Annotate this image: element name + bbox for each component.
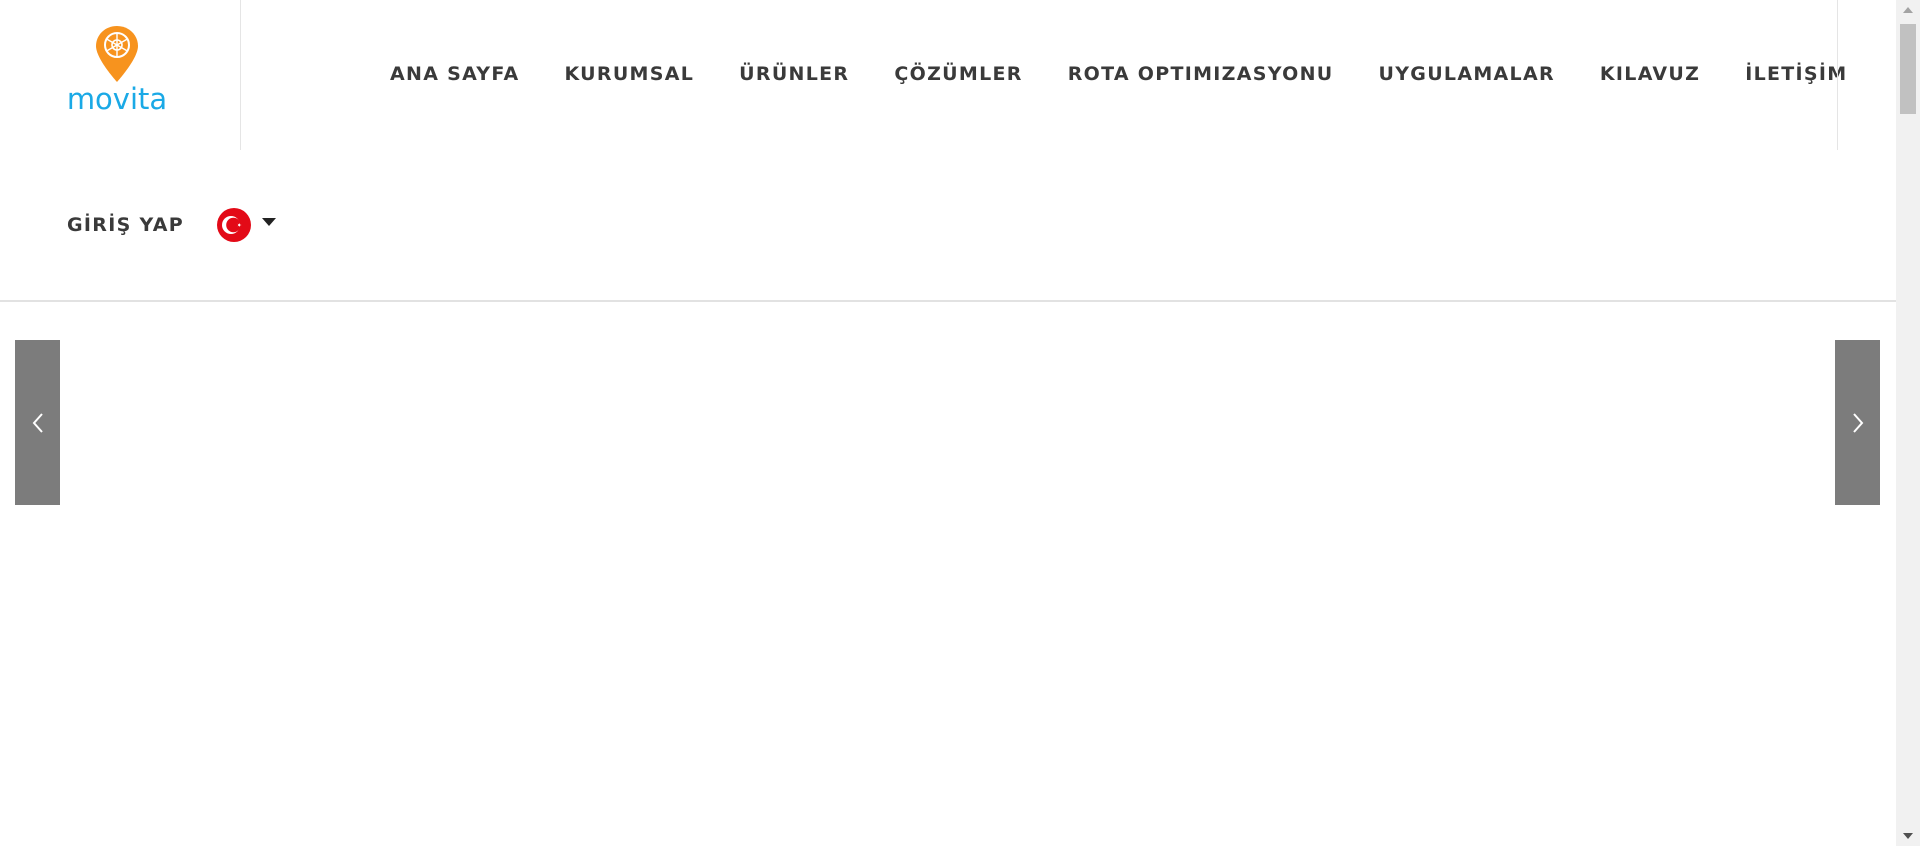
chevron-left-icon [32, 412, 43, 433]
scroll-down-arrow-icon [1903, 833, 1913, 839]
nav-item-kilavuz[interactable]: KILAVUZ [1600, 63, 1700, 85]
scroll-up-button[interactable] [1896, 0, 1920, 20]
scrollbar-thumb[interactable] [1900, 24, 1916, 114]
scroll-up-arrow-icon [1903, 7, 1913, 13]
map-pin-icon [96, 26, 138, 82]
logo-cell: movita [0, 0, 241, 150]
nav-item-cozumler[interactable]: ÇÖZÜMLER [894, 63, 1022, 85]
login-link[interactable]: GİRİŞ YAP [67, 214, 184, 236]
nav-item-uygulamalar[interactable]: UYGULAMALAR [1379, 63, 1555, 85]
scroll-down-button[interactable] [1896, 826, 1920, 846]
turkey-flag-icon [216, 208, 251, 242]
language-selector[interactable] [216, 207, 276, 243]
slider-next-button[interactable] [1835, 340, 1880, 505]
page-scrollbar[interactable] [1896, 0, 1920, 846]
chevron-right-icon [1852, 412, 1863, 433]
movita-logo[interactable]: movita [62, 24, 172, 116]
nav-item-kurumsal[interactable]: KURUMSAL [564, 63, 694, 85]
nav-item-ana-sayfa[interactable]: ANA SAYFA [390, 63, 519, 85]
nav-item-rota-optimizasyonu[interactable]: ROTA OPTIMIZASYONU [1068, 63, 1334, 85]
browser-viewport: movita ANA SAYFA KURUMSAL ÜRÜNLER ÇÖZÜML… [0, 0, 1896, 846]
account-row: GİRİŞ YAP [67, 205, 276, 245]
brand-name: movita [66, 82, 168, 116]
nav-item-urunler[interactable]: ÜRÜNLER [739, 63, 849, 85]
chevron-down-icon [261, 218, 276, 226]
slider-prev-button[interactable] [15, 340, 60, 505]
page: movita ANA SAYFA KURUMSAL ÜRÜNLER ÇÖZÜML… [0, 0, 1920, 846]
nav-divider [1837, 0, 1838, 150]
hero-slider [0, 302, 1896, 846]
nav-item-iletisim[interactable]: İLETİŞİM [1745, 63, 1847, 85]
main-nav: ANA SAYFA KURUMSAL ÜRÜNLER ÇÖZÜMLER ROTA… [390, 58, 1847, 90]
